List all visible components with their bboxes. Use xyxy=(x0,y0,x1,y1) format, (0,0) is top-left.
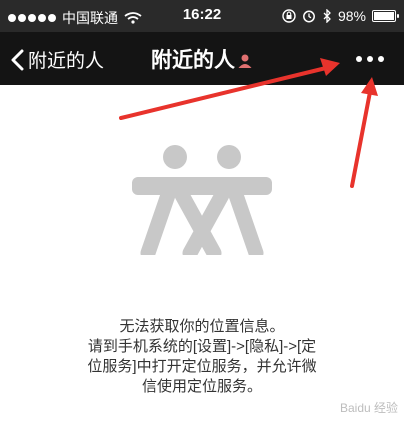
battery-percent: 98% xyxy=(337,8,366,24)
two-people-icon xyxy=(132,145,272,255)
rotation-lock-icon xyxy=(282,9,296,23)
more-button[interactable] xyxy=(352,52,388,66)
page-title-text: 附近的人 xyxy=(151,49,235,72)
message-line: 信使用定位服务。 xyxy=(141,378,262,395)
baidu-watermark: Baidu 经验 xyxy=(339,401,398,415)
more-dots-icon xyxy=(356,56,362,62)
message-line: 无法获取你的位置信息。 xyxy=(119,318,285,335)
person-red-icon xyxy=(238,54,252,69)
more-dot xyxy=(367,56,373,62)
more-dot xyxy=(378,56,384,62)
alarm-icon xyxy=(303,10,315,23)
message-line: 请到手机系统的[设置]->[隐私]->[定 xyxy=(87,338,317,355)
message-line: 位服务]中打开定位服务，并允许微 xyxy=(87,358,317,375)
location-error-message: 无法获取你的位置信息。 请到手机系统的[设置]->[隐私]->[定 位服务]中打… xyxy=(0,317,404,397)
empty-state: 无法获取你的位置信息。 请到手机系统的[设置]->[隐私]->[定 位服务]中打… xyxy=(0,85,404,422)
battery-fill xyxy=(374,12,394,20)
bluetooth-icon xyxy=(323,9,331,23)
status-bar: 中国联通 16:22 98% xyxy=(0,0,404,32)
status-right: 98% xyxy=(282,8,399,24)
page-title: 附近的人 xyxy=(0,44,404,74)
battery-icon xyxy=(372,10,399,22)
nav-bar: 附近的人 附近的人 xyxy=(0,32,404,85)
